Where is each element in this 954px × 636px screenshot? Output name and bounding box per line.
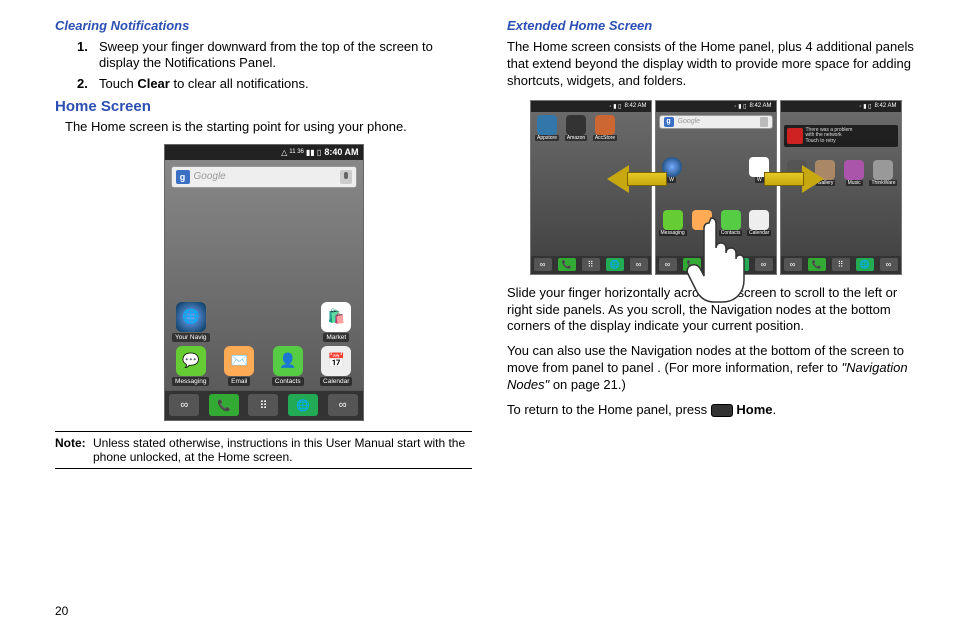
steps-list: 1. Sweep your finger downward from the t… [55,39,472,92]
home-button-icon [711,404,733,417]
nav-phone-icon[interactable]: 📞 [209,394,239,416]
page-number: 20 [55,604,68,618]
left-column: Clearing Notifications 1. Sweep your fin… [55,18,472,578]
extended-home-illustration: ◦ ▮ ▯8:42 AM Appstore Amazon AccStore ∞📞… [507,100,924,275]
nav-link-icon[interactable]: ∞ [169,394,199,416]
phone-mockup-large: △ 11 36 ▮▮ ▯ 8:40 AM g Google 🌐 Your Nav… [164,144,364,421]
clearing-notifications-heading: Clearing Notifications [55,18,472,33]
small-phone-middle: ◦ ▮ ▯8:42 AM gGoogle W W Messaging Conta… [655,100,777,275]
search-placeholder: Google [194,171,336,182]
extended-home-heading: Extended Home Screen [507,18,924,33]
app-email[interactable]: ✉️ Email [219,346,260,386]
step-1: 1. Sweep your finger downward from the t… [77,39,472,72]
app-messaging[interactable]: 💬 Messaging [171,346,212,386]
ext-paragraph-1: The Home screen consists of the Home pan… [507,39,924,90]
app-contacts[interactable]: 👤 Contacts [268,346,309,386]
note-block: Note: Unless stated otherwise, instructi… [55,431,472,470]
arrow-right-icon [764,165,824,193]
status-icons-small: ◦ ▮ ▯ [609,103,621,110]
step-2: 2. Touch Clear to clear all notification… [77,76,472,92]
nav-apps-icon[interactable]: ⠿ [248,394,278,416]
arrow-left-icon [607,165,667,193]
nav-link2-icon[interactable]: ∞ [328,394,358,416]
status-time: 8:40 AM [324,147,358,157]
right-column: Extended Home Screen The Home screen con… [507,18,924,578]
google-icon: g [176,170,190,184]
youtube-icon [787,128,803,144]
app-your-navig[interactable]: 🌐 Your Navig [171,302,212,342]
home-screen-intro: The Home screen is the starting point fo… [65,119,472,136]
search-bar[interactable]: g Google [171,166,357,188]
status-bar: △ 11 36 ▮▮ ▯ 8:40 AM [165,145,363,160]
app-market[interactable]: 🛍️ Market [316,302,357,342]
ext-paragraph-3: You can also use the Navigation nodes at… [507,343,924,394]
status-icons: △ 11 36 ▮▮ ▯ [281,148,321,157]
ext-paragraph-2: Slide your finger horizontally across th… [507,285,924,336]
notification-error: There was a problemwith the networkTouch… [784,125,898,148]
nav-browser-icon[interactable]: 🌐 [288,394,318,416]
mic-icon[interactable] [340,170,352,184]
nav-bar: ∞ 📞 ⠿ 🌐 ∞ [165,390,363,420]
home-screen-heading: Home Screen [55,98,472,115]
ext-paragraph-4: To return to the Home panel, press Home. [507,402,924,419]
app-calendar[interactable]: 📅 Calendar [316,346,357,386]
